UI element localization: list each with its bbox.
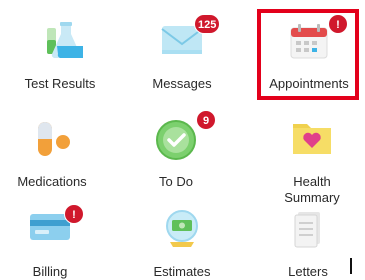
billing-badge: ! (64, 204, 84, 224)
messages-badge: 125 (194, 14, 221, 34)
health-folder-icon (293, 124, 331, 154)
tile-billing[interactable]: ! Billing (0, 202, 110, 280)
tile-label: Messages (152, 76, 212, 91)
tile-label: Billing (32, 264, 68, 279)
tile-label: To Do (159, 174, 193, 189)
tile-label: Estimates (153, 264, 211, 279)
test-tubes-icon (47, 22, 83, 59)
tile-label: Test Results (24, 76, 96, 91)
appointments-highlight-box (257, 9, 359, 100)
text-cursor (350, 258, 352, 274)
tile-messages[interactable]: 125 Messages (122, 14, 242, 92)
tile-medications[interactable]: Medications (0, 112, 112, 190)
tile-to-do[interactable]: 9 To Do (116, 110, 236, 190)
tile-label: Letters (288, 264, 328, 279)
checkmark-icon (156, 120, 196, 160)
letters-icon (294, 212, 320, 248)
tile-letters[interactable]: Letters (248, 202, 365, 280)
tile-health-summary[interactable]: Health Summary (252, 112, 365, 206)
tile-test-results[interactable]: Test Results (0, 14, 120, 92)
tile-label: Medications (17, 174, 87, 189)
money-globe-icon (166, 210, 198, 247)
to-do-badge: 9 (196, 110, 216, 130)
tile-estimates[interactable]: Estimates (122, 202, 242, 280)
pill-icon (38, 122, 70, 156)
